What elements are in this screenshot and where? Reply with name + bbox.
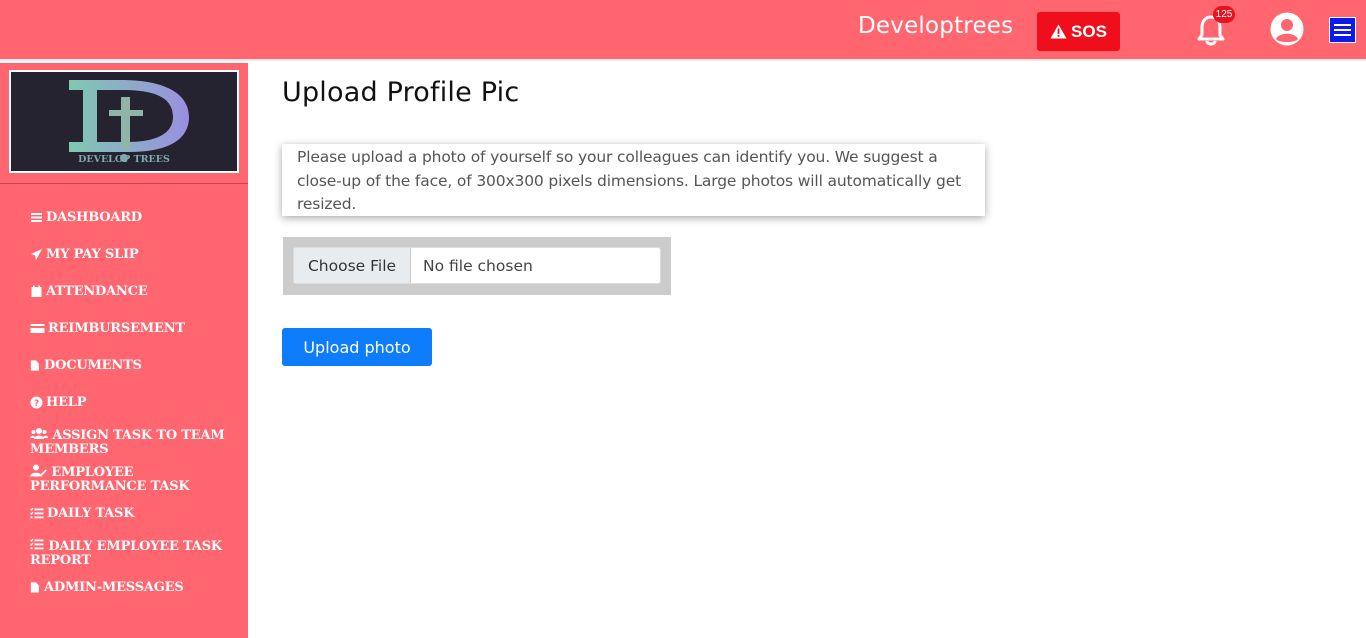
- hamburger-bar: [1334, 29, 1351, 31]
- warning-icon: [1050, 24, 1067, 39]
- sidebar-item-label: MY PAY SLIP: [46, 247, 139, 262]
- brand-name[interactable]: Developtrees: [858, 13, 1013, 39]
- tasks-icon: [30, 538, 44, 550]
- calendar-icon: [31, 285, 42, 297]
- hamburger-menu-button[interactable]: [1329, 17, 1356, 43]
- upload-instructions: Please upload a photo of yourself so you…: [282, 144, 985, 216]
- sidebar-item-assign-task[interactable]: ASSIGN TASK TO TEAM MEMBERS: [30, 427, 246, 457]
- sos-label: SOS: [1071, 21, 1107, 41]
- file-input[interactable]: Choose File No file chosen: [293, 247, 661, 284]
- sidebar-item-my-pay-slip[interactable]: MY PAY SLIP: [30, 248, 246, 262]
- sidebar-item-attendance[interactable]: ATTENDANCE: [30, 285, 246, 299]
- sidebar-item-dashboard[interactable]: DASHBOARD: [30, 211, 246, 225]
- credit-card-icon: [30, 324, 45, 333]
- company-logo[interactable]: DEVELOP TREES: [9, 70, 239, 173]
- paper-plane-icon: [31, 249, 42, 260]
- file-icon: [30, 360, 39, 371]
- sidebar-item-employee-performance[interactable]: EMPLOYEE PERFORMANCE TASK: [30, 464, 246, 494]
- sidebar-item-label: ASSIGN TASK TO TEAM MEMBERS: [30, 428, 225, 457]
- sidebar-item-label: ATTENDANCE: [46, 284, 148, 299]
- main-content: Upload Profile Pic Please upload a photo…: [248, 63, 1366, 638]
- sidebar: DEVELOP TREES DASHBOARD MY PAY SLIP ATTE…: [0, 63, 248, 638]
- svg-text:?: ?: [34, 399, 39, 409]
- sidebar-item-reimbursement[interactable]: REIMBURSEMENT: [30, 322, 246, 336]
- logo-image: DEVELOP TREES: [69, 80, 189, 165]
- upload-photo-button[interactable]: Upload photo: [282, 328, 432, 366]
- choose-file-button[interactable]: Choose File: [294, 248, 411, 283]
- tasks-icon: [30, 507, 44, 519]
- sidebar-item-label: DAILY TASK: [47, 506, 135, 521]
- sidebar-item-daily-employee-task-report[interactable]: DAILY EMPLOYEE TASK REPORT: [30, 538, 246, 568]
- users-icon: [30, 428, 48, 439]
- hamburger-bar: [1334, 34, 1351, 36]
- hamburger-bar: [1334, 24, 1351, 26]
- sidebar-item-documents[interactable]: DOCUMENTS: [30, 359, 246, 373]
- file-status-text: No file chosen: [423, 256, 533, 275]
- top-navbar: Developtrees SOS 125: [0, 0, 1366, 61]
- sidebar-item-label: HELP: [46, 395, 87, 410]
- sidebar-item-label: ADMIN-MESSAGES: [44, 580, 184, 595]
- sidebar-item-label: REIMBURSEMENT: [48, 321, 185, 336]
- page-title: Upload Profile Pic: [282, 77, 520, 108]
- question-circle-icon: ?: [30, 396, 43, 409]
- user-edit-icon: [30, 464, 47, 477]
- sidebar-item-help[interactable]: ? HELP: [30, 396, 246, 410]
- sidebar-item-label: DAILY EMPLOYEE TASK REPORT: [30, 539, 222, 568]
- sidebar-item-daily-task[interactable]: DAILY TASK: [30, 507, 246, 521]
- file-upload-area: Choose File No file chosen: [283, 237, 671, 295]
- file-icon: [30, 582, 39, 593]
- notification-badge: 125: [1213, 6, 1235, 23]
- sidebar-divider: [0, 183, 248, 184]
- bars-icon: [31, 213, 42, 222]
- sos-button[interactable]: SOS: [1037, 12, 1120, 51]
- sidebar-item-label: DOCUMENTS: [44, 358, 142, 373]
- sidebar-item-admin-messages[interactable]: ADMIN-MESSAGES: [30, 581, 246, 595]
- user-circle-icon[interactable]: [1270, 12, 1304, 46]
- sidebar-item-label: EMPLOYEE PERFORMANCE TASK: [30, 465, 190, 494]
- sidebar-item-label: DASHBOARD: [46, 210, 142, 225]
